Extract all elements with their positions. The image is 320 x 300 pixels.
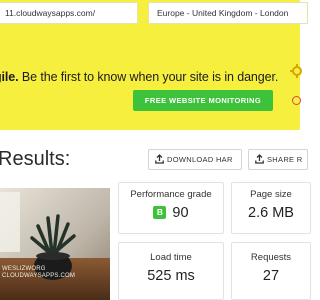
grade-badge: B	[153, 206, 167, 219]
thumbnail-caption-line1: WESLIZWORG	[2, 266, 46, 272]
promo-text: gile. Be the first to know when your sit…	[0, 70, 278, 84]
performance-grade-card: Performance grade B 90	[118, 182, 224, 234]
page-screenshot-thumbnail: WESLIZWORG CLOUDWAYSAPPS.COM	[0, 188, 110, 300]
performance-score: 90	[172, 205, 189, 221]
requests-card: Requests 27	[231, 242, 311, 300]
radio-icon[interactable]	[292, 96, 301, 105]
share-results-label: SHARE R	[267, 155, 303, 164]
free-website-monitoring-button[interactable]: FREE WEBSITE MONITORING	[133, 90, 273, 111]
performance-grade-value: B 90	[119, 205, 223, 221]
thumbnail-caption-line2: CLOUDWAYSAPPS.COM	[2, 273, 76, 279]
download-har-label: DOWNLOAD HAR	[167, 155, 233, 164]
promo-banner: 11.cloudwaysapps.com/ Europe - United Ki…	[0, 0, 308, 130]
requests-value: 27	[262, 268, 280, 284]
load-time-label: Load time	[150, 252, 192, 263]
share-results-button[interactable]: SHARE R	[248, 149, 308, 170]
promo-brand-fragment: gile.	[0, 70, 19, 84]
thumbnail-caption: WESLIZWORG CLOUDWAYSAPPS.COM	[2, 266, 75, 280]
page-size-value: 2.6 MB	[248, 205, 294, 221]
test-location-select[interactable]: Europe - United Kingdom - London	[148, 2, 308, 24]
upload-icon	[155, 154, 164, 164]
load-time-value: 525 ms	[147, 268, 195, 284]
page-size-label: Page size	[250, 189, 292, 200]
url-input[interactable]: 11.cloudwaysapps.com/	[0, 2, 138, 24]
gear-icon	[290, 64, 304, 78]
share-icon	[255, 154, 264, 164]
promo-message: Be the first to know when your site is i…	[18, 70, 279, 84]
download-har-button[interactable]: DOWNLOAD HAR	[148, 149, 242, 170]
requests-label: Requests	[250, 252, 292, 263]
page-size-card: Page size 2.6 MB	[231, 182, 311, 234]
results-heading: Results:	[0, 148, 71, 170]
performance-grade-label: Performance grade	[130, 189, 212, 200]
load-time-card: Load time 525 ms	[118, 242, 224, 300]
